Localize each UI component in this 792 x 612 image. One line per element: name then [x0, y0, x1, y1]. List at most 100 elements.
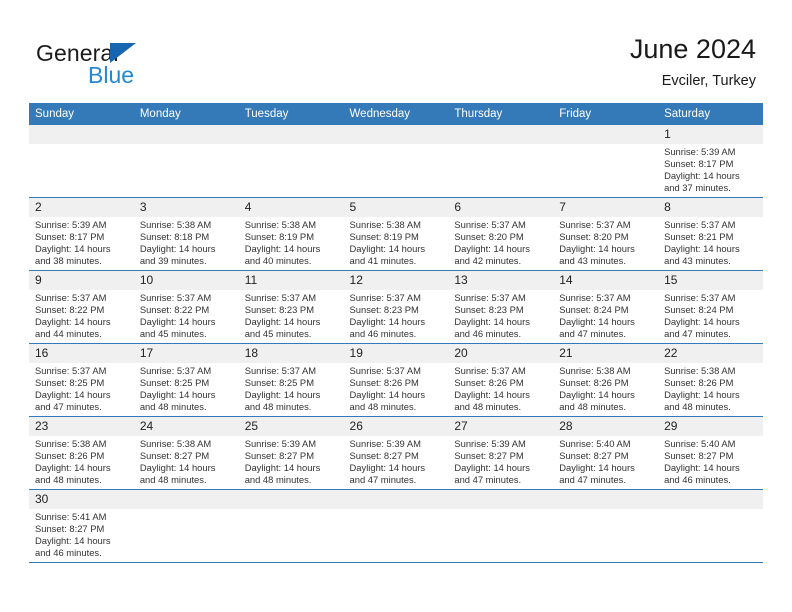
sunset-time: Sunset: 8:27 PM	[139, 450, 210, 462]
day-sun-details: Sunrise: 5:40 AM Sunset: 8:27 PM Daylight:…	[553, 436, 658, 486]
daylight-duration-line1: Daylight: 14 hours	[349, 243, 426, 255]
calendar-day-cell[interactable]: 22 Sunrise: 5:38 AM Sunset: 8:26 PM Dayligh…	[658, 343, 763, 417]
sunrise-time: Sunrise: 5:39 AM	[244, 438, 317, 449]
calendar-day-cell[interactable]: 12 Sunrise: 5:37 AM Sunset: 8:23 PM Dayligh…	[343, 270, 449, 344]
day-number: 23	[29, 417, 134, 436]
daylight-duration-line2: and 40 minutes.	[244, 255, 312, 267]
sunrise-time: Sunrise: 5:37 AM	[349, 292, 421, 303]
calendar-day-cell[interactable]: 19 Sunrise: 5:37 AM Sunset: 8:26 PM Dayligh…	[343, 343, 449, 417]
sunrise-time: Sunrise: 5:39 AM	[454, 438, 526, 449]
day-sun-details: Sunrise: 5:37 AM Sunset: 8:25 PM Daylight:…	[134, 363, 239, 413]
daylight-duration-line1: Daylight: 14 hours	[664, 170, 740, 182]
calendar-day-cell[interactable]: 20 Sunrise: 5:37 AM Sunset: 8:26 PM Dayligh…	[448, 343, 554, 417]
sunset-time: Sunset: 8:26 PM	[664, 377, 734, 389]
daylight-duration-line2: and 39 minutes.	[139, 255, 207, 267]
title-block: June 2024 Evciler, Turkey	[630, 33, 756, 91]
sunset-time: Sunset: 8:17 PM	[35, 231, 105, 243]
calendar-day-cell[interactable]: 29 Sunrise: 5:40 AM Sunset: 8:27 PM Dayligh…	[658, 416, 763, 490]
calendar-day-cell[interactable]: 27 Sunrise: 5:39 AM Sunset: 8:27 PM Dayligh…	[448, 416, 554, 490]
day-number	[343, 490, 449, 509]
calendar-cell-empty	[553, 489, 659, 563]
day-cell-inner	[133, 490, 239, 562]
calendar-day-cell[interactable]: 25 Sunrise: 5:39 AM Sunset: 8:27 PM Dayligh…	[238, 416, 344, 490]
calendar-day-cell[interactable]: 15 Sunrise: 5:37 AM Sunset: 8:24 PM Dayligh…	[658, 270, 763, 344]
sunrise-time: Sunrise: 5:38 AM	[139, 219, 212, 230]
sunrise-time: Sunrise: 5:38 AM	[35, 438, 107, 449]
day-sun-details: Sunrise: 5:37 AM Sunset: 8:24 PM Daylight:…	[658, 290, 763, 340]
day-number	[448, 490, 554, 509]
weekday-header-friday: Friday	[553, 103, 659, 125]
sunset-time: Sunset: 8:23 PM	[244, 304, 314, 316]
day-cell-inner: 20 Sunrise: 5:37 AM Sunset: 8:26 PM Dayligh…	[448, 344, 554, 416]
day-number: 14	[553, 271, 659, 290]
sunrise-time: Sunrise: 5:37 AM	[139, 365, 212, 376]
day-number: 3	[133, 198, 239, 217]
day-cell-inner: 9 Sunrise: 5:37 AM Sunset: 8:22 PM Daylight…	[29, 271, 134, 343]
calendar-day-cell[interactable]: 11 Sunrise: 5:37 AM Sunset: 8:23 PM Dayligh…	[238, 270, 344, 344]
daylight-duration-line1: Daylight: 14 hours	[664, 462, 740, 474]
day-sun-details: Sunrise: 5:40 AM Sunset: 8:27 PM Daylight:…	[658, 436, 763, 486]
day-sun-details: Sunrise: 5:39 AM Sunset: 8:27 PM Daylight:…	[239, 436, 344, 486]
sunset-time: Sunset: 8:22 PM	[139, 304, 210, 316]
calendar-day-cell[interactable]: 5 Sunrise: 5:38 AM Sunset: 8:19 PM Daylight…	[343, 197, 449, 271]
general-blue-logo[interactable]: General Blue	[36, 40, 266, 90]
calendar-day-cell[interactable]: 4 Sunrise: 5:38 AM Sunset: 8:19 PM Daylight…	[238, 197, 344, 271]
calendar-day-cell[interactable]: 14 Sunrise: 5:37 AM Sunset: 8:24 PM Dayligh…	[553, 270, 659, 344]
calendar-day-cell[interactable]: 9 Sunrise: 5:37 AM Sunset: 8:22 PM Daylight…	[29, 270, 134, 344]
calendar-day-cell[interactable]: 13 Sunrise: 5:37 AM Sunset: 8:23 PM Dayligh…	[448, 270, 554, 344]
day-cell-inner: 5 Sunrise: 5:38 AM Sunset: 8:19 PM Daylight…	[343, 198, 449, 270]
day-number	[343, 125, 449, 144]
day-cell-inner: 22 Sunrise: 5:38 AM Sunset: 8:26 PM Dayligh…	[658, 344, 763, 416]
page-header: General Blue June 2024 Evciler, Turkey	[0, 0, 792, 103]
daylight-duration-line1: Daylight: 14 hours	[139, 243, 216, 255]
sunrise-time: Sunrise: 5:41 AM	[35, 511, 107, 522]
sunrise-time: Sunrise: 5:37 AM	[244, 365, 317, 376]
sunset-time: Sunset: 8:24 PM	[559, 304, 629, 316]
calendar-day-cell[interactable]: 28 Sunrise: 5:40 AM Sunset: 8:27 PM Dayligh…	[553, 416, 659, 490]
calendar-day-cell[interactable]: 8 Sunrise: 5:37 AM Sunset: 8:21 PM Daylight…	[658, 197, 763, 271]
day-cell-inner: 10 Sunrise: 5:37 AM Sunset: 8:22 PM Dayligh…	[133, 271, 239, 343]
calendar-day-cell[interactable]: 3 Sunrise: 5:38 AM Sunset: 8:18 PM Daylight…	[133, 197, 239, 271]
sunrise-time: Sunrise: 5:39 AM	[349, 438, 421, 449]
calendar-cell-empty	[658, 489, 763, 563]
calendar-day-cell[interactable]: 2 Sunrise: 5:39 AM Sunset: 8:17 PM Daylight…	[29, 197, 134, 271]
calendar-day-cell[interactable]: 10 Sunrise: 5:37 AM Sunset: 8:22 PM Dayligh…	[133, 270, 239, 344]
calendar-day-cell[interactable]: 1 Sunrise: 5:39 AM Sunset: 8:17 PM Daylight…	[658, 125, 763, 198]
calendar-day-cell[interactable]: 26 Sunrise: 5:39 AM Sunset: 8:27 PM Dayligh…	[343, 416, 449, 490]
calendar-day-cell[interactable]: 21 Sunrise: 5:38 AM Sunset: 8:26 PM Dayligh…	[553, 343, 659, 417]
daylight-duration-line1: Daylight: 14 hours	[454, 462, 530, 474]
day-cell-inner	[343, 490, 449, 562]
sunset-time: Sunset: 8:27 PM	[35, 523, 105, 535]
calendar-day-cell[interactable]: 7 Sunrise: 5:37 AM Sunset: 8:20 PM Daylight…	[553, 197, 659, 271]
calendar-cell-empty	[238, 125, 344, 198]
day-cell-inner	[658, 490, 763, 562]
calendar-day-cell[interactable]: 30 Sunrise: 5:41 AM Sunset: 8:27 PM Dayligh…	[29, 489, 134, 563]
day-number: 7	[553, 198, 659, 217]
day-cell-inner: 16 Sunrise: 5:37 AM Sunset: 8:25 PM Dayligh…	[29, 344, 134, 416]
daylight-duration-line1: Daylight: 14 hours	[559, 462, 635, 474]
day-number	[658, 490, 763, 509]
sunrise-time: Sunrise: 5:38 AM	[244, 219, 317, 230]
calendar-day-cell[interactable]: 16 Sunrise: 5:37 AM Sunset: 8:25 PM Dayligh…	[29, 343, 134, 417]
daylight-duration-line1: Daylight: 14 hours	[35, 389, 111, 401]
daylight-duration-line2: and 48 minutes.	[349, 401, 417, 413]
calendar-day-cell[interactable]: 18 Sunrise: 5:37 AM Sunset: 8:25 PM Dayligh…	[238, 343, 344, 417]
daylight-duration-line2: and 48 minutes.	[35, 474, 102, 486]
day-sun-details: Sunrise: 5:37 AM Sunset: 8:22 PM Daylight:…	[134, 290, 239, 340]
sunset-time: Sunset: 8:21 PM	[664, 231, 734, 243]
day-number: 13	[448, 271, 554, 290]
sunset-time: Sunset: 8:25 PM	[139, 377, 210, 389]
calendar-day-cell[interactable]: 17 Sunrise: 5:37 AM Sunset: 8:25 PM Dayligh…	[133, 343, 239, 417]
daylight-duration-line2: and 48 minutes.	[244, 401, 312, 413]
day-cell-inner: 26 Sunrise: 5:39 AM Sunset: 8:27 PM Dayligh…	[343, 417, 449, 489]
calendar-week-row: 30 Sunrise: 5:41 AM Sunset: 8:27 PM Dayligh…	[29, 489, 763, 563]
day-number: 26	[343, 417, 449, 436]
day-sun-details: Sunrise: 5:37 AM Sunset: 8:21 PM Daylight:…	[658, 217, 763, 267]
calendar-day-cell[interactable]: 6 Sunrise: 5:37 AM Sunset: 8:20 PM Daylight…	[448, 197, 554, 271]
calendar-day-cell[interactable]: 23 Sunrise: 5:38 AM Sunset: 8:26 PM Dayligh…	[29, 416, 134, 490]
daylight-duration-line1: Daylight: 14 hours	[244, 389, 321, 401]
daylight-duration-line1: Daylight: 14 hours	[35, 316, 111, 328]
calendar-day-cell[interactable]: 24 Sunrise: 5:38 AM Sunset: 8:27 PM Dayligh…	[133, 416, 239, 490]
sunrise-time: Sunrise: 5:38 AM	[559, 365, 631, 376]
sunset-time: Sunset: 8:23 PM	[454, 304, 524, 316]
